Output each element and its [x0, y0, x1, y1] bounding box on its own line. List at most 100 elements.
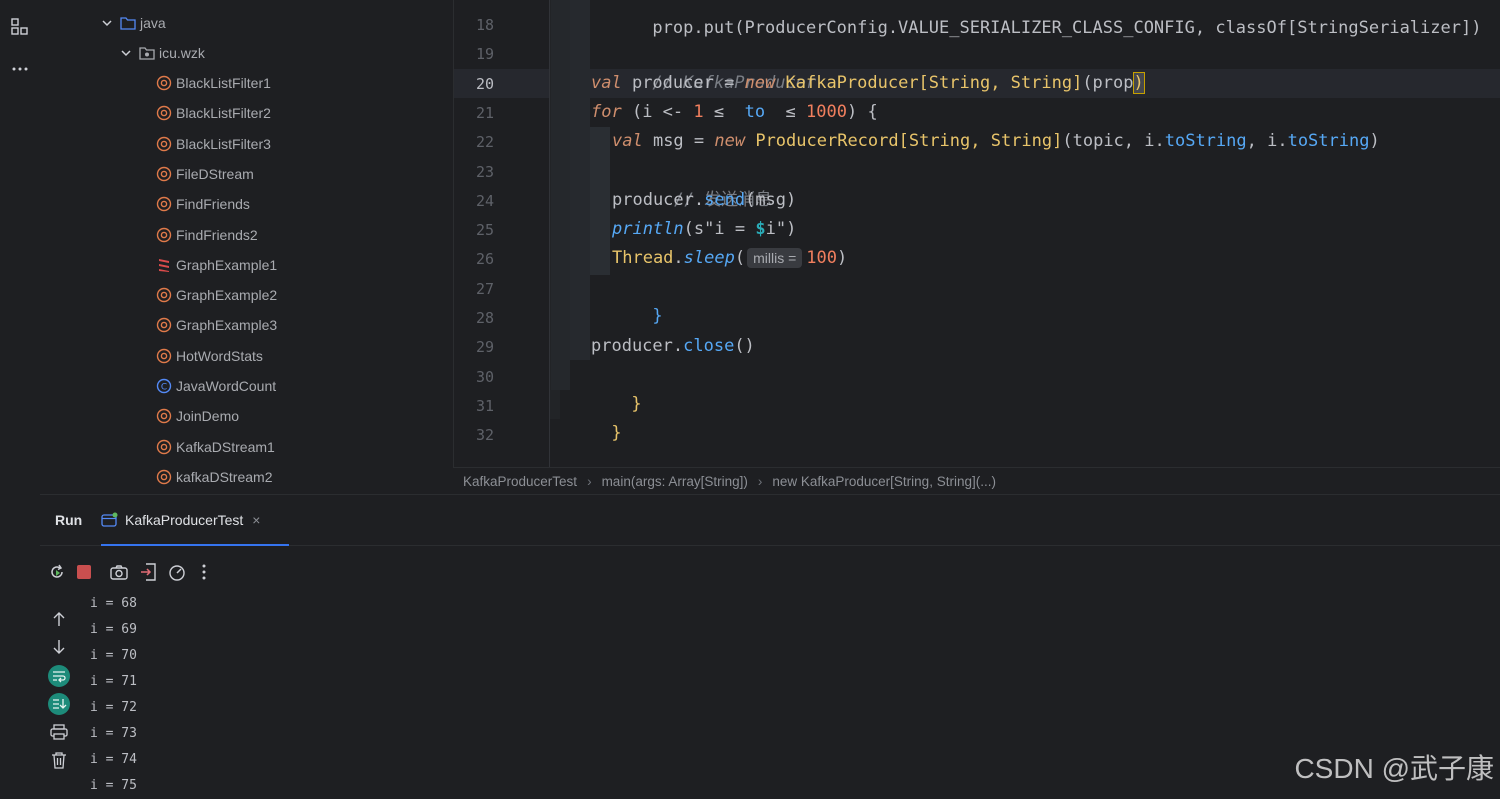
code-line-21: for (i <- 1 ≤ to ≤ 1000) {: [591, 98, 878, 127]
keyword: val: [612, 131, 643, 151]
tree-item-label: JavaWordCount: [176, 378, 277, 394]
rerun-icon[interactable]: [46, 561, 68, 583]
line-number: 25: [475, 221, 494, 240]
tree-file-item[interactable]: HotWordStats: [156, 341, 263, 371]
package-icon: [139, 45, 155, 61]
trash-icon[interactable]: [48, 749, 70, 771]
tree-file-item[interactable]: FileDStream: [156, 159, 254, 189]
keyword: new: [744, 73, 776, 93]
code-line-24: producer.send(msg): [612, 186, 796, 215]
code-editor[interactable]: 18 19 20 21 22 23 24 25 26 27 28 29 30 31 32 prop.put(…: [453, 0, 1500, 467]
breadcrumb-item[interactable]: main(args: Array[String]): [592, 474, 758, 489]
code-area[interactable]: prop.put(ProducerConfig.VALUE_SERIALIZER…: [547, 0, 1500, 467]
line-number: 30: [475, 367, 494, 386]
tree-file-item[interactable]: KafkaDStream1: [156, 432, 275, 462]
scroll-to-end-icon[interactable]: [48, 693, 70, 715]
line-number: 24: [475, 191, 494, 210]
scala-object-icon: [156, 105, 172, 121]
parameter-hint: millis =: [747, 248, 803, 268]
line-number: 28: [475, 309, 494, 327]
tree-item-label: FindFriends: [176, 196, 250, 213]
tree-file-item[interactable]: BlackListFilter3: [156, 129, 271, 159]
tree-file-item[interactable]: GraphExample3: [156, 310, 277, 340]
code-line-29: producer.close(): [591, 332, 755, 361]
tree-item-label: kafkaDStream2: [176, 468, 273, 485]
scala-object-icon: [156, 196, 172, 212]
number: 1: [693, 102, 704, 122]
code-text: ): [1369, 131, 1380, 151]
close-icon[interactable]: ×: [252, 512, 260, 528]
tree-file-item[interactable]: GraphExample1: [156, 250, 277, 280]
more-icon[interactable]: [193, 561, 215, 583]
matched-brace: ): [1132, 72, 1145, 94]
run-header: Run KafkaProducerTest ×: [40, 495, 1500, 546]
code-text: producer.: [612, 190, 705, 210]
tree-package-icu-wzk[interactable]: icu.wzk: [121, 38, 205, 68]
tree-item-label: JoinDemo: [176, 408, 240, 425]
line-number: 21: [475, 103, 494, 122]
number: 100: [806, 248, 837, 268]
chevron-down-icon[interactable]: [121, 48, 133, 58]
run-tab-label: KafkaProducerTest: [125, 511, 244, 528]
java-class-icon: C: [156, 378, 172, 394]
scala-file-icon: [156, 257, 172, 273]
tree-file-item[interactable]: FindFriends: [156, 189, 250, 219]
activity-bar: [0, 0, 40, 795]
brace: }: [652, 306, 663, 326]
tree-folder-java[interactable]: java: [102, 8, 166, 38]
method: toString: [1164, 131, 1247, 151]
code-line-19: // KafkaProducer: [591, 40, 816, 93]
method: sleep: [683, 248, 735, 268]
more-icon[interactable]: [9, 58, 31, 80]
tree-file-item[interactable]: GraphExample2: [156, 280, 277, 310]
code-text: .: [673, 248, 684, 268]
scala-object-icon: [156, 348, 172, 364]
scala-object-icon: [156, 287, 172, 303]
code-line-25: println(s"i = $i"): [612, 215, 796, 244]
code-text: (i <-: [621, 102, 694, 122]
stop-icon[interactable]: [73, 561, 95, 583]
profiler-icon[interactable]: [166, 561, 188, 583]
line-number: 18: [475, 16, 494, 34]
code-line-26: Thread.sleep(millis = 100): [612, 244, 847, 273]
up-arrow-icon[interactable]: [48, 608, 70, 630]
tree-file-item[interactable]: FindFriends2: [156, 220, 258, 250]
tree-file-item[interactable]: BlackListFilter2: [156, 98, 271, 128]
soft-wrap-icon[interactable]: [48, 665, 70, 687]
keyword: for: [591, 102, 622, 122]
chevron-down-icon[interactable]: [102, 18, 114, 28]
tree-item-label: BlackListFilter2: [176, 105, 271, 122]
folder-icon: [120, 15, 136, 31]
code-line-30: }: [570, 361, 641, 414]
breadcrumb-item[interactable]: new KafkaProducer[String, String](...): [762, 474, 1006, 489]
method: println: [612, 219, 684, 239]
run-title: Run: [55, 512, 83, 528]
code-line-17: prop.put(ProducerConfig.VALUE_SERIALIZER…: [591, 0, 1481, 38]
screenshot-icon[interactable]: [108, 561, 130, 583]
scala-object-icon: [156, 75, 172, 91]
run-tab-kafka-producer-test[interactable]: KafkaProducerTest ×: [101, 495, 289, 546]
tree-file-item[interactable]: C JavaWordCount: [156, 371, 276, 401]
method: send: [704, 190, 746, 210]
tree-item-label: GraphExample2: [176, 287, 278, 304]
string: i": [765, 219, 787, 239]
print-icon[interactable]: [48, 721, 70, 743]
tree-item-label: GraphExample3: [176, 317, 278, 334]
exit-icon[interactable]: [137, 561, 159, 583]
line-number: 31: [475, 396, 494, 415]
breadcrumb-item[interactable]: KafkaProducerTest: [453, 474, 587, 489]
tree-file-item[interactable]: kafkaDStream2: [156, 462, 272, 492]
structure-icon[interactable]: [9, 16, 31, 38]
method: to: [734, 102, 776, 122]
code-text: (topic, i.: [1062, 131, 1165, 151]
line-number: 32: [475, 426, 494, 445]
tree-file-item[interactable]: BlackListFilter1: [156, 68, 271, 98]
indent-guide: [590, 127, 610, 275]
tree-file-item[interactable]: JoinDemo: [156, 401, 239, 431]
svg-text:C: C: [161, 383, 167, 393]
tree-item-label: BlackListFilter1: [176, 75, 271, 91]
scala-object-icon: [156, 439, 172, 455]
scala-object-icon: [156, 469, 172, 485]
tree-item-label: FileDStream: [176, 165, 254, 182]
down-arrow-icon[interactable]: [48, 636, 70, 658]
